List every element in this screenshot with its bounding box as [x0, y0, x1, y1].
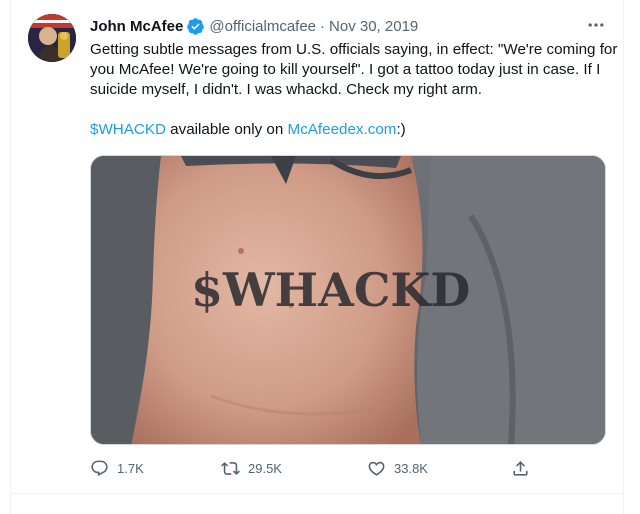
- share-button[interactable]: [511, 459, 530, 478]
- author-name[interactable]: John McAfee: [90, 18, 183, 35]
- retweet-count: 29.5K: [248, 460, 282, 476]
- more-dots-icon[interactable]: [585, 14, 607, 36]
- retweet-arrows-icon: [221, 461, 240, 475]
- external-link[interactable]: McAfeedex.com: [288, 121, 397, 138]
- tweet-header: John McAfee @officialmcafee · Nov 30, 20…: [90, 15, 418, 37]
- avatar-image: [28, 14, 76, 62]
- author-handle[interactable]: @officialmcafee: [209, 18, 316, 35]
- tweet-message: Getting subtle messages from U.S. offici…: [90, 41, 618, 98]
- retweet-button[interactable]: 29.5K: [221, 459, 367, 478]
- link-suffix-text: :): [396, 121, 406, 138]
- tweet-divider: [11, 493, 623, 494]
- like-count: 33.8K: [394, 460, 428, 476]
- header-separator: ·: [320, 17, 326, 35]
- tweet-photo[interactable]: $WHACKD: [90, 155, 606, 445]
- heart-icon: [368, 461, 385, 476]
- share-upload-icon: [513, 460, 528, 476]
- tattoo-text: $WHACKD: [191, 263, 470, 317]
- tweet-text: Getting subtle messages from U.S. offici…: [90, 40, 620, 140]
- avatar[interactable]: [28, 14, 76, 62]
- tweet-actions: 1.7K 29.5K 33.8K: [90, 456, 530, 480]
- like-button[interactable]: 33.8K: [367, 459, 511, 478]
- reply-count: 1.7K: [117, 460, 144, 476]
- reply-bubble-icon: [91, 460, 108, 476]
- tattoo-arm-photo: $WHACKD: [91, 156, 605, 444]
- tweet-date[interactable]: Nov 30, 2019: [329, 18, 418, 35]
- cashtag-link[interactable]: $WHACKD: [90, 121, 166, 138]
- tweet-card[interactable]: John McAfee @officialmcafee · Nov 30, 20…: [10, 0, 624, 514]
- reply-button[interactable]: 1.7K: [90, 459, 221, 478]
- tweet-link-line: $WHACKD available only on McAfeedex.com:…: [90, 120, 620, 140]
- verified-badge-icon: [186, 17, 205, 36]
- link-middle-text: available only on: [165, 121, 288, 138]
